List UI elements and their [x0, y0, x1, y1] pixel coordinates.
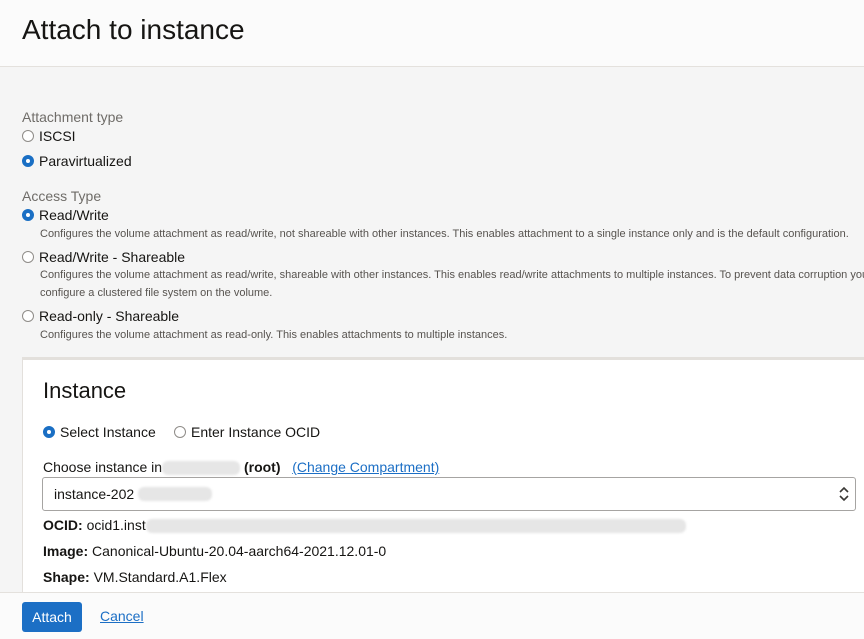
radio-label-enter-instance-ocid: Enter Instance OCID: [191, 424, 321, 440]
redacted-instance-name: [138, 487, 213, 501]
radio-circle-read-only-shareable[interactable]: [22, 310, 34, 322]
image-label: Image:: [43, 543, 89, 559]
radio-label-read-write: Read/Write: [39, 207, 109, 223]
instance-title: Instance: [43, 378, 127, 403]
radio-iscsi[interactable]: ISCSI: [22, 128, 76, 144]
choose-instance-row: Choose instance in (root) (Change Compar…: [43, 459, 439, 476]
radio-enter-instance-ocid[interactable]: Enter Instance OCID: [174, 424, 320, 440]
radio-read-only-shareable[interactable]: Read-only - Shareable: [22, 308, 179, 324]
read-write-shareable-description-line2: configure a clustered file system on the…: [40, 287, 273, 299]
radio-circle-iscsi[interactable]: [22, 130, 34, 142]
radio-read-write-shareable[interactable]: Read/Write - Shareable: [22, 249, 185, 265]
dialog-header: Attach to instance: [0, 0, 864, 67]
chevron-up-down-icon: [839, 486, 849, 502]
compartment-root: (root): [243, 459, 281, 475]
instance-select-value: instance-202: [54, 486, 135, 502]
page-title: Attach to instance: [22, 14, 245, 45]
read-write-description: Configures the volume attachment as read…: [40, 228, 849, 240]
radio-circle-read-write-shareable[interactable]: [22, 251, 34, 263]
attach-button[interactable]: Attach: [22, 602, 82, 632]
instance-panel: Instance Select Instance Enter Instance …: [22, 357, 864, 596]
shape-label: Shape:: [43, 569, 90, 585]
change-compartment-link[interactable]: (Change Compartment): [292, 459, 439, 475]
read-only-shareable-description: Configures the volume attachment as read…: [40, 329, 508, 341]
ocid-row: OCID: ocid1.inst: [43, 517, 686, 534]
attachment-type-label: Attachment type: [22, 109, 124, 125]
radio-label-read-write-shareable: Read/Write - Shareable: [39, 249, 186, 265]
image-value: Canonical-Ubuntu-20.04-aarch64-2021.12.0…: [92, 543, 387, 559]
ocid-label: OCID:: [43, 517, 83, 533]
radio-label-paravirtualized: Paravirtualized: [39, 153, 132, 169]
radio-select-instance[interactable]: Select Instance: [43, 424, 156, 440]
radio-read-write[interactable]: Read/Write: [22, 207, 109, 223]
read-write-shareable-description-line1: Configures the volume attachment as read…: [40, 269, 864, 281]
ocid-value: ocid1.inst: [86, 517, 146, 533]
dialog-footer: Attach Cancel: [0, 592, 864, 639]
shape-row: Shape: VM.Standard.A1.Flex: [43, 569, 227, 585]
access-type-label: Access Type: [22, 188, 102, 204]
radio-paravirtualized[interactable]: Paravirtualized: [22, 153, 132, 169]
radio-circle-enter-instance-ocid[interactable]: [174, 426, 186, 438]
radio-label-iscsi: ISCSI: [39, 128, 76, 144]
radio-label-select-instance: Select Instance: [60, 424, 156, 440]
image-row: Image: Canonical-Ubuntu-20.04-aarch64-20…: [43, 543, 386, 559]
radio-circle-select-instance[interactable]: [43, 426, 55, 438]
radio-circle-read-write[interactable]: [22, 209, 34, 221]
redacted-compartment: [162, 461, 241, 476]
choose-instance-label: Choose instance in: [43, 459, 163, 475]
radio-label-read-only-shareable: Read-only - Shareable: [39, 308, 180, 324]
instance-select[interactable]: instance-202: [42, 477, 856, 511]
radio-circle-paravirtualized[interactable]: [22, 155, 34, 167]
redacted-ocid: [145, 519, 686, 534]
cancel-button[interactable]: Cancel: [100, 608, 144, 624]
shape-value: VM.Standard.A1.Flex: [93, 569, 227, 585]
